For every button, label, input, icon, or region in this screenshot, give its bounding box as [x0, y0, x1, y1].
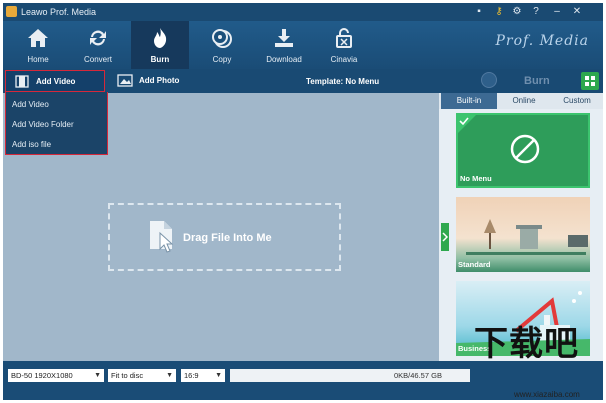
chevron-down-icon: ▼ — [166, 372, 173, 379]
main-toolbar: Home Convert Burn Copy Download Cinavia … — [3, 21, 603, 69]
menu-item-add-iso-file[interactable]: Add iso file — [12, 140, 51, 149]
menu-item-add-video[interactable]: Add Video — [12, 100, 49, 109]
burn-button-label: Burn — [524, 75, 550, 87]
nav-convert-label: Convert — [83, 55, 112, 64]
burn-button[interactable]: Burn — [466, 71, 572, 91]
fit-mode-select[interactable]: Fit to disc ▼ — [108, 369, 176, 382]
nav-download-label: Download — [266, 55, 302, 64]
nav-home-label: Home — [27, 55, 49, 64]
menu-item-add-video-folder[interactable]: Add Video Folder — [12, 120, 74, 129]
nav-copy[interactable]: Copy — [193, 21, 251, 69]
nav-cinavia[interactable]: Cinavia — [315, 21, 373, 69]
app-logo-icon — [6, 6, 17, 17]
nav-burn-label: Burn — [150, 55, 170, 64]
burn-disc-icon — [481, 72, 497, 88]
tab-online[interactable]: Online — [497, 93, 551, 109]
nav-download[interactable]: Download — [255, 21, 313, 69]
add-photo-label: Add Photo — [139, 76, 180, 85]
convert-icon — [90, 30, 106, 46]
template-card-standard[interactable]: Standard — [456, 197, 590, 272]
title-bar: Leawo Prof. Media ▪ ⚷ ⚙ ? – ✕ — [3, 3, 603, 21]
no-symbol-icon — [510, 134, 540, 164]
aspect-ratio-value: 16:9 — [184, 371, 199, 380]
drag-file-label: Drag File Into Me — [183, 232, 272, 244]
grid-view-icon[interactable] — [581, 72, 599, 90]
action-bar: Add Video Add Photo Template: No Menu Bu… — [3, 69, 603, 94]
nav-home[interactable]: Home — [9, 21, 67, 69]
template-label: Template: No Menu — [306, 77, 380, 86]
add-video-button[interactable]: Add Video — [5, 70, 105, 92]
download-icon — [275, 29, 293, 47]
disc-capacity-bar: 0KB/46.57 GB — [230, 369, 470, 382]
nav-copy-label: Copy — [212, 55, 232, 64]
add-video-dropdown: Add Video Add Video Folder Add iso file — [5, 92, 108, 155]
disc-type-value: BD-50 1920X1080 — [11, 371, 73, 380]
chevron-right-icon — [442, 232, 448, 242]
window-title: Leawo Prof. Media — [21, 7, 97, 17]
gear-icon[interactable]: ⚙ — [511, 6, 523, 18]
file-drag-icon — [150, 221, 174, 253]
watermark-url: www.xiazaiba.com — [514, 390, 580, 399]
add-video-label: Add Video — [36, 77, 76, 86]
fit-mode-value: Fit to disc — [111, 371, 144, 380]
capacity-text: 0KB/46.57 GB — [394, 371, 442, 380]
aspect-ratio-select[interactable]: 16:9 ▼ — [181, 369, 225, 382]
photo-icon — [117, 74, 133, 87]
template-card-no-menu[interactable]: No Menu — [456, 113, 590, 188]
nav-burn[interactable]: Burn — [131, 21, 189, 69]
nav-cinavia-label: Cinavia — [330, 55, 358, 64]
burn-icon — [154, 28, 167, 48]
chat-icon[interactable]: ▪ — [473, 6, 485, 18]
tab-built-in[interactable]: Built-in — [441, 93, 497, 109]
help-icon[interactable]: ? — [530, 6, 542, 18]
tab-custom[interactable]: Custom — [551, 93, 603, 109]
template-name: No Menu — [460, 174, 492, 183]
watermark: 下载吧 www.xiazaiba.com — [470, 316, 606, 403]
disc-type-select[interactable]: BD-50 1920X1080 ▼ — [8, 369, 104, 382]
add-photo-button[interactable]: Add Photo — [115, 73, 185, 89]
chevron-down-icon: ▼ — [215, 372, 222, 379]
chevron-down-icon: ▼ — [94, 372, 101, 379]
drag-drop-zone[interactable]: Drag File Into Me — [108, 203, 341, 271]
template-tabs: Built-in Online Custom — [439, 93, 603, 109]
selected-check-icon — [458, 115, 476, 133]
cinavia-icon — [336, 28, 352, 48]
copy-icon — [212, 29, 232, 48]
brand-logo: Prof. Media — [495, 33, 589, 49]
film-icon — [15, 75, 29, 88]
key-icon[interactable]: ⚷ — [493, 6, 505, 18]
watermark-text: 下载吧 — [474, 324, 579, 364]
minimize-icon[interactable]: – — [551, 6, 563, 18]
close-icon[interactable]: ✕ — [571, 6, 583, 18]
template-name: Standard — [458, 260, 491, 269]
panel-collapse-handle[interactable] — [441, 223, 449, 251]
home-icon — [28, 29, 48, 47]
nav-convert[interactable]: Convert — [69, 21, 127, 69]
